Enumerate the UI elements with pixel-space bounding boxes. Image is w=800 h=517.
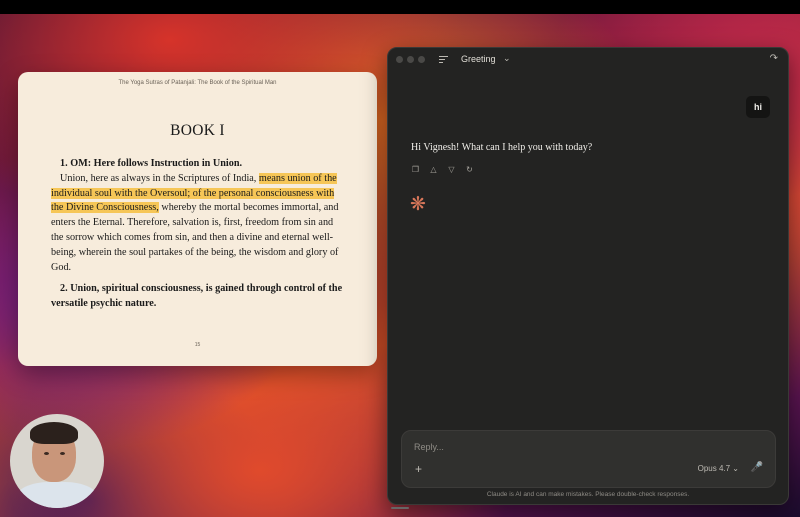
book-text[interactable]: 1. OM: Here follows Instruction in Union… bbox=[51, 157, 345, 312]
sutra-heading: 2. Union, spiritual consciousness, is ga… bbox=[51, 283, 343, 310]
claude-spark-icon: ❋ bbox=[410, 194, 426, 215]
chapter-title: BOOK I bbox=[170, 122, 225, 139]
book-window: The Yoga Sutras of Patanjali: The Book o… bbox=[18, 72, 377, 366]
microphone-icon[interactable]: 🎤 bbox=[751, 462, 763, 473]
sidebar-menu-icon[interactable] bbox=[439, 56, 448, 65]
user-message: hi bbox=[746, 96, 770, 118]
webcam-overlay bbox=[10, 414, 104, 508]
eye bbox=[60, 452, 65, 455]
page-number: 15 bbox=[194, 342, 201, 348]
eye bbox=[44, 452, 49, 455]
commentary-paragraph: Union, here as always in the Scriptures … bbox=[51, 172, 339, 273]
thumbs-up-icon[interactable]: △ bbox=[429, 165, 438, 174]
resize-handle[interactable] bbox=[391, 507, 409, 509]
zoom-window-button[interactable] bbox=[418, 56, 425, 63]
chevron-down-icon[interactable]: ⌄ bbox=[503, 53, 511, 64]
message-composer[interactable]: Reply... + Opus 4.7 ⌄ 🎤 bbox=[401, 430, 776, 488]
chat-title[interactable]: Greeting bbox=[461, 54, 496, 64]
share-icon[interactable]: ↷ bbox=[770, 53, 778, 64]
disclaimer: Claude is AI and can make mistakes. Plea… bbox=[486, 491, 690, 498]
sutra-heading: 1. OM: Here follows Instruction in Union… bbox=[60, 158, 243, 169]
menu-bar bbox=[0, 0, 800, 14]
copy-icon[interactable]: ❐ bbox=[411, 165, 420, 174]
minimize-window-button[interactable] bbox=[407, 56, 414, 63]
add-attachment-button[interactable]: + bbox=[415, 462, 422, 476]
book-header: The Yoga Sutras of Patanjali: The Book o… bbox=[118, 80, 277, 86]
reply-input[interactable]: Reply... bbox=[414, 442, 444, 452]
close-window-button[interactable] bbox=[396, 56, 403, 63]
person-shirt bbox=[16, 482, 98, 508]
message-actions: ❐ △ ▽ ↻ bbox=[411, 165, 474, 174]
assistant-message: Hi Vignesh! What can I help you with tod… bbox=[411, 142, 593, 153]
retry-icon[interactable]: ↻ bbox=[465, 165, 474, 174]
model-selector[interactable]: Opus 4.7 ⌄ bbox=[698, 464, 739, 473]
claude-window: Greeting ⌄ ↷ hi Hi Vignesh! What can I h… bbox=[387, 47, 789, 509]
person-hair bbox=[30, 422, 78, 444]
thumbs-down-icon[interactable]: ▽ bbox=[447, 165, 456, 174]
